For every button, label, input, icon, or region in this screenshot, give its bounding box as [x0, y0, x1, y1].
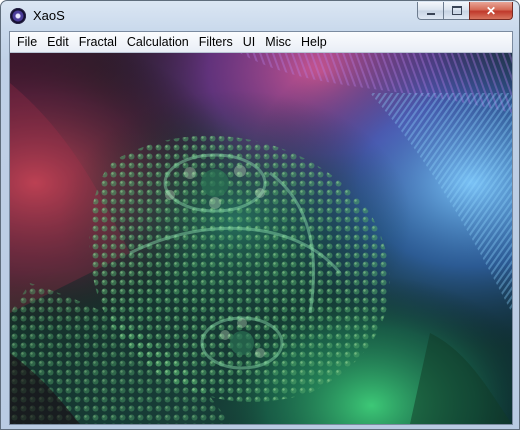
fractal-canvas[interactable]: [10, 53, 512, 424]
menu-misc[interactable]: Misc: [260, 32, 296, 52]
menu-ui[interactable]: UI: [238, 32, 261, 52]
fractal-image: [10, 53, 512, 424]
menu-bar: File Edit Fractal Calculation Filters UI…: [10, 32, 512, 53]
menu-file[interactable]: File: [10, 32, 42, 52]
client-area: File Edit Fractal Calculation Filters UI…: [9, 31, 513, 425]
window-title: XaoS: [33, 8, 65, 23]
minimize-button[interactable]: [417, 2, 443, 20]
caption-buttons: ✕: [417, 2, 513, 22]
menu-fractal[interactable]: Fractal: [74, 32, 122, 52]
menu-filters[interactable]: Filters: [194, 32, 238, 52]
menu-help[interactable]: Help: [296, 32, 332, 52]
xaos-window: XaoS ✕ File Edit Fractal Calculation Fil…: [0, 0, 520, 430]
maximize-icon: [451, 6, 462, 15]
title-bar[interactable]: XaoS ✕: [1, 1, 519, 31]
maximize-button[interactable]: [443, 2, 469, 20]
menu-edit[interactable]: Edit: [42, 32, 74, 52]
menu-calculation[interactable]: Calculation: [122, 32, 194, 52]
minimize-icon: [426, 12, 435, 15]
close-button[interactable]: ✕: [469, 2, 513, 20]
close-icon: ✕: [485, 3, 497, 18]
xaos-app-icon[interactable]: [10, 8, 26, 24]
